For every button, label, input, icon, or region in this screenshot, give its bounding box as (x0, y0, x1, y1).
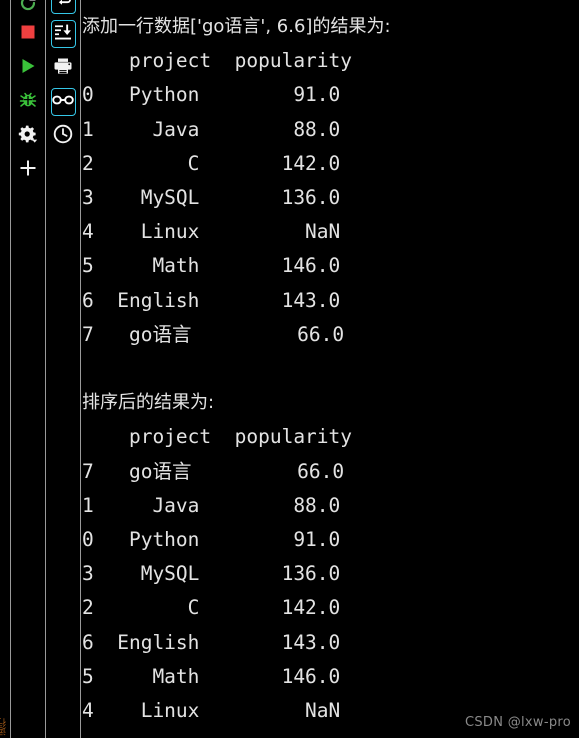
soft-wrap-icon (53, 0, 73, 17)
rerun-button[interactable] (13, 0, 44, 17)
scroll-to-end-button[interactable] (48, 17, 79, 51)
rerun-icon (18, 0, 38, 17)
run-button[interactable] (13, 51, 44, 85)
console-line: 1 Java 88.0 (82, 493, 341, 517)
glasses-icon (51, 90, 75, 114)
console-line: 5 Math 146.0 (82, 664, 341, 688)
console-line: 排序后的结果为: (82, 392, 215, 414)
watermark: CSDN @lxw-pro (465, 715, 571, 730)
console-line: 2 C 142.0 (82, 151, 341, 175)
console-line: 7 go语言 66.0 (82, 459, 345, 483)
stop-button[interactable] (13, 17, 44, 51)
plus-icon (18, 158, 38, 182)
console-toolbar (46, 0, 81, 738)
console-line: 添加一行数据['go语言', 6.6]的结果为: (82, 16, 391, 37)
add-button[interactable] (13, 153, 44, 187)
glasses-button[interactable] (48, 85, 79, 119)
history-button[interactable] (48, 119, 79, 153)
print-icon (52, 56, 74, 80)
console-line: 6 English 143.0 (82, 630, 341, 654)
console-output-panel[interactable]: 添加一行数据['go语言', 6.6]的结果为: project popular… (81, 0, 579, 738)
console-line: 3 MySQL 136.0 (82, 186, 341, 210)
scroll-to-end-icon (53, 22, 73, 46)
settings-dropdown-button[interactable] (13, 119, 44, 153)
console-line: 7 go语言 66.0 (82, 322, 345, 346)
console-line: project popularity (82, 49, 353, 73)
stop-icon (18, 22, 38, 46)
console-line: project popularity (82, 425, 353, 449)
debug-icon (18, 90, 38, 114)
console-line: 0 Python 91.0 (82, 528, 341, 552)
console-line: 1 Java 88.0 (82, 117, 341, 141)
soft-wrap-button[interactable] (48, 0, 79, 17)
gear-dropdown-icon (17, 124, 39, 148)
debug-button[interactable] (13, 85, 44, 119)
gutter-vertical-label: 运行 (0, 718, 8, 736)
console-line: 3 MySQL 136.0 (82, 562, 341, 586)
console-line: 5 Math 146.0 (82, 254, 341, 278)
console-line: 2 C 142.0 (82, 596, 341, 620)
run-icon (18, 56, 38, 80)
console-line: 6 English 143.0 (82, 288, 341, 312)
tool-window-gutter[interactable]: 运行 (0, 0, 11, 738)
clock-icon (52, 123, 74, 149)
console-line: 4 Linux NaN (82, 220, 341, 244)
console-text: 添加一行数据['go语言', 6.6]的结果为: project popular… (81, 0, 579, 728)
run-toolbar (11, 0, 46, 738)
console-window: 运行 添加一行数据['go语言', 6.6]的结果为: project popu… (0, 0, 579, 738)
print-button[interactable] (48, 51, 79, 85)
console-line: 0 Python 91.0 (82, 83, 341, 107)
